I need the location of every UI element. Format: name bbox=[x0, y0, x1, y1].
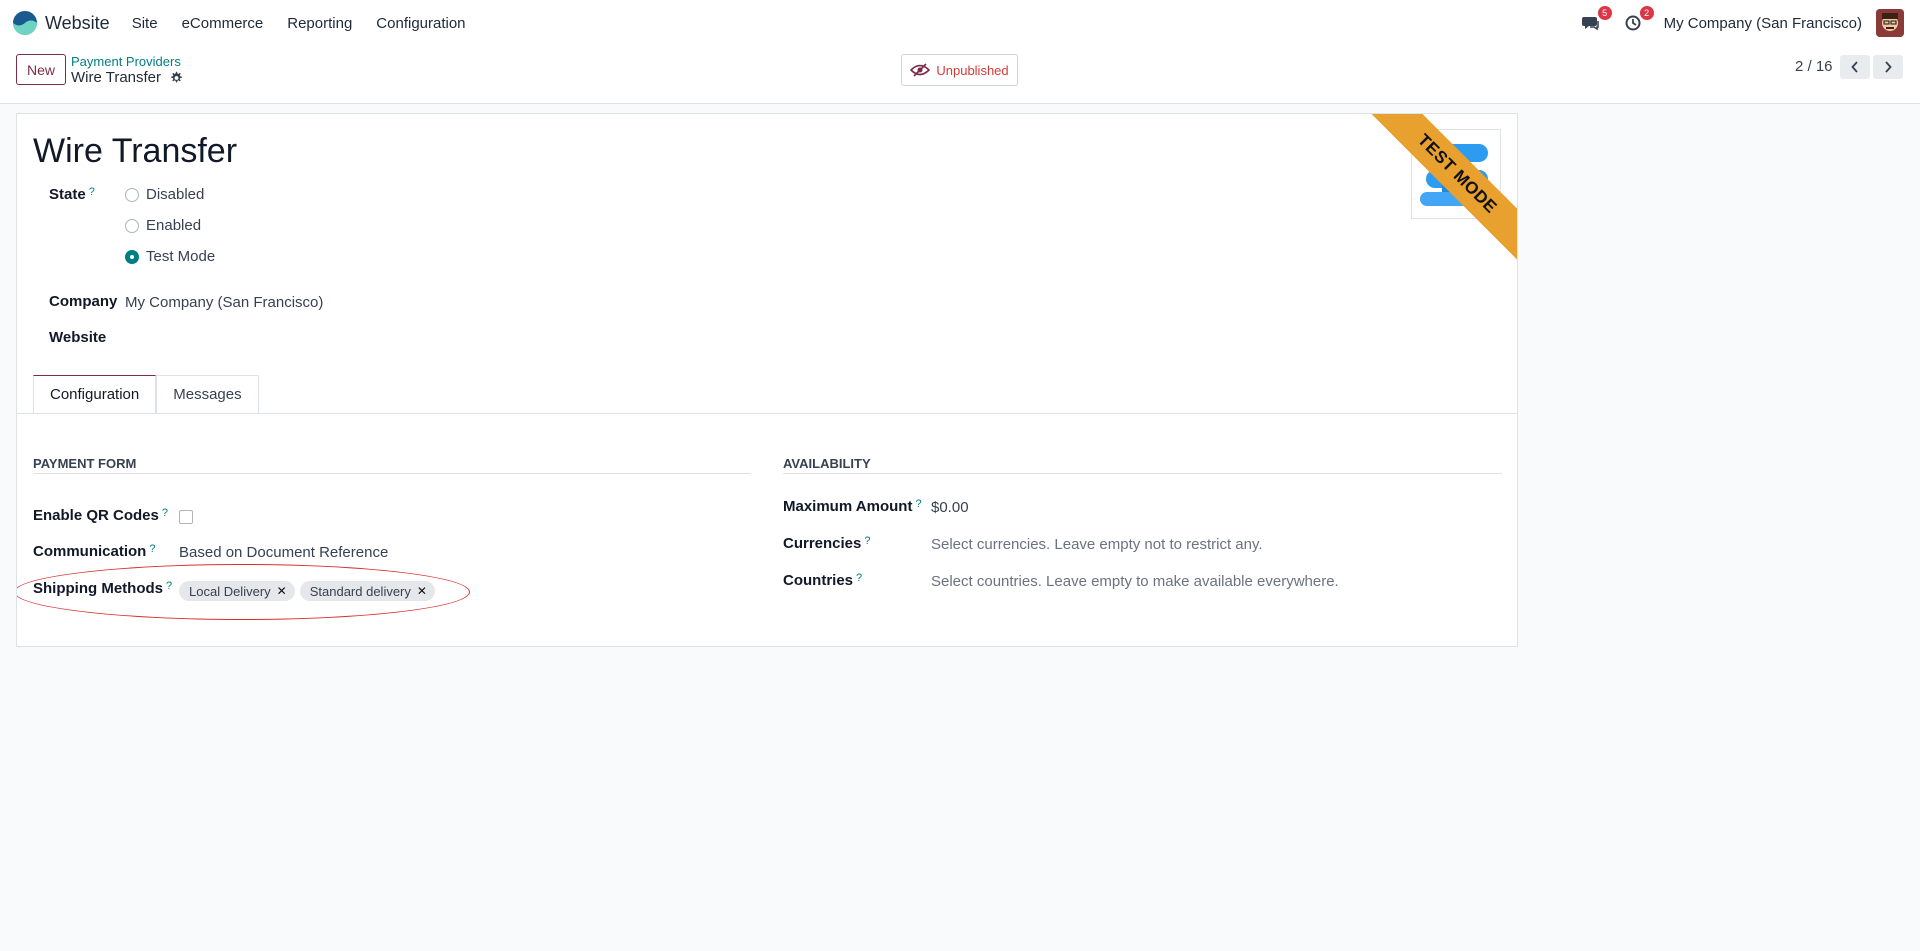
state-radio-enabled[interactable]: Enabled bbox=[125, 217, 201, 234]
shipping-methods-label-text: Shipping Methods bbox=[33, 580, 163, 597]
breadcrumb-current: Wire Transfer bbox=[71, 69, 183, 86]
systray: 5 2 My Company (San Francisco) bbox=[1580, 0, 1904, 46]
chevron-right-icon bbox=[1885, 61, 1892, 73]
countries-help-icon[interactable]: ? bbox=[856, 572, 862, 584]
messaging-icon[interactable]: 5 bbox=[1580, 6, 1612, 34]
pager-value[interactable]: 2 / 16 bbox=[1795, 58, 1833, 75]
radio-button[interactable] bbox=[125, 218, 139, 233]
currencies-label: Currencies? bbox=[783, 535, 871, 552]
avatar-image-icon bbox=[1876, 9, 1904, 37]
tag-local-delivery: Local Delivery ✕ bbox=[179, 581, 295, 601]
countries-label-text: Countries bbox=[783, 572, 854, 589]
countries-label: Countries? bbox=[783, 572, 862, 589]
section-divider bbox=[33, 473, 751, 474]
state-label: State? bbox=[49, 186, 95, 203]
main-menu: Site eCommerce Reporting Configuration bbox=[120, 15, 478, 32]
menu-item-reporting[interactable]: Reporting bbox=[275, 15, 364, 32]
maximum-amount-label-text: Maximum Amount bbox=[783, 498, 913, 515]
pager-previous-button[interactable] bbox=[1840, 55, 1870, 79]
maximum-amount-help-icon[interactable]: ? bbox=[915, 498, 921, 510]
notebook-tabs: Configuration Messages bbox=[33, 375, 259, 413]
communication-label-text: Communication bbox=[33, 543, 147, 560]
control-panel: New Payment Providers Wire Transfer Unpu… bbox=[0, 46, 1920, 104]
availability-section-title: AVAILABILITY bbox=[783, 456, 871, 471]
state-option-label: Disabled bbox=[146, 186, 205, 203]
enable-qr-help-icon[interactable]: ? bbox=[162, 507, 168, 519]
menu-item-ecommerce[interactable]: eCommerce bbox=[170, 15, 276, 32]
state-label-text: State bbox=[49, 186, 86, 203]
tag-label: Standard delivery bbox=[309, 583, 411, 599]
test-mode-ribbon: TEST MODE bbox=[1367, 114, 1517, 264]
user-avatar[interactable] bbox=[1876, 9, 1904, 37]
communication-field[interactable]: Based on Document Reference bbox=[179, 544, 388, 561]
website-app-icon bbox=[13, 11, 37, 35]
radio-button[interactable] bbox=[125, 187, 139, 202]
messages-count-badge: 5 bbox=[1597, 6, 1612, 20]
activity-clock-icon[interactable]: 2 bbox=[1622, 6, 1654, 34]
tag-label: Local Delivery bbox=[189, 583, 271, 599]
breadcrumb-payment-providers[interactable]: Payment Providers bbox=[71, 54, 181, 69]
app-name: Website bbox=[45, 12, 110, 33]
section-divider bbox=[783, 473, 1502, 474]
menu-item-configuration[interactable]: Configuration bbox=[364, 15, 477, 32]
payment-form-section-title: PAYMENT FORM bbox=[33, 456, 137, 471]
enable-qr-label: Enable QR Codes? bbox=[33, 507, 168, 524]
breadcrumb-current-label: Wire Transfer bbox=[71, 69, 162, 86]
currencies-help-icon[interactable]: ? bbox=[864, 535, 870, 547]
state-radio-test-mode[interactable]: Test Mode bbox=[125, 248, 215, 265]
countries-field[interactable]: Select countries. Leave empty to make av… bbox=[931, 573, 1339, 590]
state-option-label: Test Mode bbox=[146, 248, 216, 265]
maximum-amount-field[interactable]: $0.00 bbox=[931, 499, 969, 516]
gear-icon[interactable] bbox=[169, 71, 183, 85]
tag-standard-delivery: Standard delivery ✕ bbox=[299, 581, 435, 601]
activities-count-badge: 2 bbox=[1639, 6, 1654, 20]
currencies-label-text: Currencies bbox=[783, 535, 862, 552]
company-label: Company bbox=[49, 293, 118, 310]
radio-button-checked[interactable] bbox=[125, 249, 139, 264]
website-field[interactable] bbox=[125, 330, 425, 348]
state-help-icon[interactable]: ? bbox=[89, 186, 95, 198]
publish-status-label: Unpublished bbox=[936, 62, 1009, 78]
app-brand[interactable]: Website bbox=[12, 10, 110, 36]
tab-configuration[interactable]: Configuration bbox=[33, 375, 157, 413]
unpublished-button[interactable]: Unpublished bbox=[901, 54, 1018, 86]
top-navbar: Website Site eCommerce Reporting Configu… bbox=[0, 0, 1920, 46]
new-button[interactable]: New bbox=[16, 54, 67, 85]
shipping-methods-help-icon[interactable]: ? bbox=[166, 580, 172, 592]
remove-tag-icon[interactable]: ✕ bbox=[277, 584, 287, 598]
record-title[interactable]: Wire Transfer bbox=[33, 132, 237, 171]
eye-slash-icon bbox=[910, 63, 931, 77]
remove-tag-icon[interactable]: ✕ bbox=[417, 584, 427, 598]
tabs-divider bbox=[17, 413, 1517, 414]
state-radio-disabled[interactable]: Disabled bbox=[125, 186, 204, 203]
ribbon-label: TEST MODE bbox=[1367, 114, 1517, 264]
form-sheet: Wire Transfer TEST MODE State? Disabled … bbox=[16, 113, 1518, 647]
company-switcher[interactable]: My Company (San Francisco) bbox=[1664, 15, 1862, 32]
enable-qr-checkbox[interactable] bbox=[179, 510, 193, 524]
chevron-left-icon bbox=[1851, 61, 1858, 73]
tab-messages[interactable]: Messages bbox=[156, 375, 259, 413]
communication-label: Communication? bbox=[33, 543, 155, 560]
website-label: Website bbox=[49, 329, 107, 346]
shipping-methods-field[interactable]: Local Delivery ✕ Standard delivery ✕ bbox=[179, 581, 440, 601]
currencies-field[interactable]: Select currencies. Leave empty not to re… bbox=[931, 536, 1263, 553]
pager-next-button[interactable] bbox=[1873, 55, 1903, 79]
communication-help-icon[interactable]: ? bbox=[149, 543, 155, 555]
enable-qr-label-text: Enable QR Codes bbox=[33, 507, 159, 524]
company-field[interactable]: My Company (San Francisco) bbox=[125, 294, 323, 311]
shipping-methods-label: Shipping Methods? bbox=[33, 580, 172, 597]
menu-item-site[interactable]: Site bbox=[120, 15, 170, 32]
maximum-amount-label: Maximum Amount? bbox=[783, 498, 922, 515]
state-option-label: Enabled bbox=[146, 217, 202, 234]
